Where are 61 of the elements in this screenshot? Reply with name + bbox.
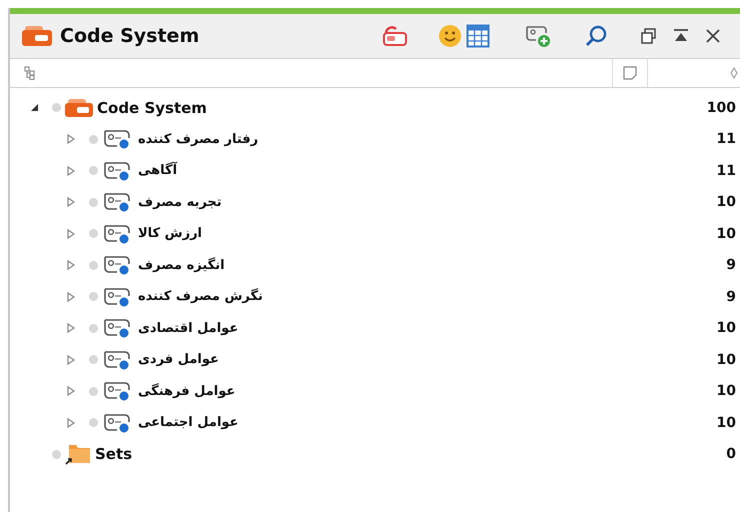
count-label: 0 [726,446,736,462]
panel-title: Code System [60,25,200,47]
table-icon[interactable] [466,24,490,48]
status-dot [89,166,98,176]
status-dot [52,103,61,112]
tag-arrow-icon[interactable] [380,25,410,47]
expanded-triangle-icon[interactable] [30,103,39,112]
code-label[interactable]: نگرش مصرف کننده [138,289,263,304]
count-label: 100 [706,100,736,116]
status-dot [89,324,98,333]
code-label[interactable]: عوامل اجتماعی [138,415,238,430]
count-label: 10 [716,414,736,431]
count-label: 11 [716,162,736,179]
smiley-icon[interactable] [438,24,462,48]
collapsed-triangle-icon[interactable] [67,292,75,302]
memo-icon[interactable] [623,66,637,80]
code-system-icon [22,26,52,46]
count-label: 10 [716,352,736,368]
status-dot [89,386,98,396]
status-dot [89,198,98,207]
code-label[interactable]: ارزش کالا [138,226,202,242]
code-system-icon [65,98,93,117]
sets-label[interactable]: Sets [95,445,132,464]
collapsed-triangle-icon[interactable] [67,418,75,428]
code-label[interactable]: عوامل اقتصادی [138,320,238,336]
collapsed-triangle-icon[interactable] [67,228,75,239]
code-label[interactable]: انگیزه مصرف [138,258,225,273]
status-dot [52,450,61,459]
collapsed-triangle-icon[interactable] [67,323,75,334]
collapsed-triangle-icon[interactable] [67,354,75,365]
collapsed-triangle-icon[interactable] [67,386,75,396]
collapsed-triangle-icon[interactable] [67,260,75,270]
collapsed-triangle-icon[interactable] [67,166,75,176]
close-icon[interactable] [704,27,722,45]
system-label[interactable]: Code System [97,98,207,117]
code-label[interactable]: تجربه مصرف [138,194,222,210]
count-label: 9 [726,257,736,274]
code-label[interactable]: رفتار مصرف کننده [138,132,258,147]
code-label[interactable]: آگاهی [138,163,178,178]
hierarchy-icon[interactable] [24,66,36,80]
count-label: 10 [716,320,736,336]
status-dot [89,134,98,144]
collapsed-triangle-icon[interactable] [67,134,75,144]
status-dot [89,229,98,238]
folder-icon [65,443,91,466]
tag-add-icon[interactable] [524,24,552,48]
count-label: 10 [716,226,736,242]
count-label: 9 [726,288,736,305]
status-dot [89,355,98,364]
status-dot [89,418,98,428]
collapsed-triangle-icon[interactable] [67,197,75,208]
search-icon[interactable] [584,24,608,48]
diamond-icon[interactable] [730,67,738,79]
code-label[interactable]: عوامل فرهنگی [138,384,236,399]
restore-window-icon[interactable] [640,27,658,45]
count-label: 11 [716,131,736,148]
status-dot [89,260,98,270]
code-label[interactable]: عوامل فردی [138,352,219,368]
status-dot [89,292,98,302]
count-label: 10 [716,383,736,400]
count-label: 10 [716,194,736,210]
